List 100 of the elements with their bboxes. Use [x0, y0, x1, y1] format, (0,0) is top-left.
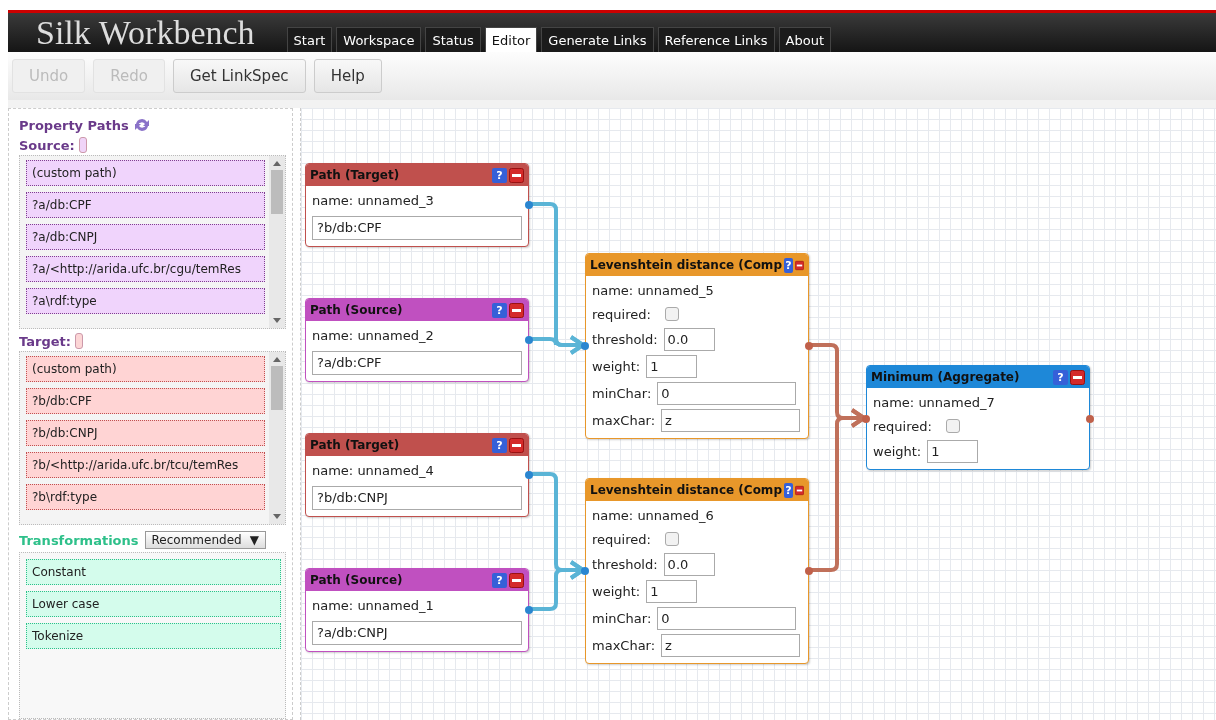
nav-tab[interactable]: Reference Links	[657, 27, 775, 52]
transformation-item[interactable]: Tokenize	[26, 623, 281, 649]
node-name: name: unnamed_6	[592, 506, 715, 525]
remove-icon[interactable]	[509, 167, 524, 183]
toolbar-button[interactable]: Get LinkSpec	[172, 59, 306, 93]
path-item[interactable]: ?a/<http://arida.ufc.br/cgu/temRes	[26, 256, 265, 282]
scrollbar[interactable]	[269, 352, 285, 524]
input-field[interactable]: z	[661, 409, 801, 432]
path-item[interactable]: ?a/db:CPF	[26, 192, 265, 218]
path-input[interactable]: ?b/db:CPF	[312, 216, 522, 240]
section-label: Transformations	[19, 532, 139, 548]
field-label: required:	[592, 531, 651, 547]
field-label: weight:	[873, 444, 922, 459]
output-port[interactable]	[525, 471, 533, 479]
required-checkbox[interactable]	[664, 532, 679, 546]
field-label: required:	[592, 306, 651, 322]
path-item[interactable]: ?b/db:CNPJ	[26, 420, 265, 446]
help-button[interactable]: ?	[783, 482, 793, 498]
path-item[interactable]: (custom path)	[26, 356, 265, 382]
remove-icon[interactable]	[509, 302, 524, 318]
node-title: Path (Source)	[310, 573, 404, 587]
help-button[interactable]: ?	[1053, 369, 1068, 385]
field-label: maxChar:	[592, 413, 656, 428]
panel-title: Property Paths	[19, 117, 129, 133]
field-label: maxChar:	[592, 638, 656, 653]
field-label: minChar:	[592, 386, 652, 401]
app-title: Silk Workbench	[35, 13, 256, 52]
input-port[interactable]	[581, 567, 589, 575]
input-port[interactable]	[581, 342, 589, 350]
refresh-icon[interactable]	[132, 117, 151, 133]
path-item[interactable]: (custom path)	[26, 160, 265, 186]
remove-icon[interactable]	[509, 437, 524, 453]
path-item[interactable]: ?a\rdf:type	[26, 288, 265, 314]
output-port[interactable]	[525, 201, 533, 209]
scroll-down-icon[interactable]	[273, 514, 281, 520]
input-field[interactable]: 0.0	[663, 328, 715, 351]
output-port[interactable]	[525, 606, 533, 614]
required-checkbox[interactable]	[664, 307, 679, 321]
nav-tab[interactable]: Editor	[484, 27, 538, 52]
nav-tab[interactable]: Workspace	[336, 27, 422, 52]
required-checkbox[interactable]	[945, 419, 960, 433]
node-title: Minimum (Aggregate)	[871, 370, 1021, 384]
node-name: name: unnamed_7	[873, 393, 996, 412]
node-name: name: unnamed_3	[312, 191, 435, 210]
scroll-down-icon[interactable]	[273, 318, 281, 324]
field-label: required:	[873, 418, 932, 434]
help-button[interactable]: ?	[492, 437, 507, 453]
field-label: minChar:	[592, 611, 652, 626]
output-port[interactable]	[805, 342, 813, 350]
list-label: Target:	[19, 333, 71, 349]
path-input[interactable]: ?b/db:CNPJ	[312, 486, 522, 510]
field-label: threshold:	[592, 557, 658, 572]
help-button[interactable]: ?	[492, 302, 507, 318]
path-item[interactable]: ?b/db:CPF	[26, 388, 265, 414]
path-input[interactable]: ?a/db:CNPJ	[312, 621, 522, 645]
transformation-item[interactable]: Constant	[26, 559, 281, 585]
scroll-thumb[interactable]	[271, 170, 283, 214]
output-port[interactable]	[805, 567, 813, 575]
input-field[interactable]: 0.0	[663, 553, 715, 576]
nav-tab[interactable]: Start	[286, 27, 333, 52]
input-field[interactable]: 1	[927, 440, 979, 463]
input-field[interactable]: 0	[657, 382, 797, 405]
scrollbar[interactable]	[269, 156, 285, 328]
path-item[interactable]: ?b\rdf:type	[26, 484, 265, 510]
path-input[interactable]: ?a/db:CPF	[312, 351, 522, 375]
node-name: name: unnamed_2	[312, 326, 435, 345]
help-button[interactable]: ?	[492, 572, 507, 588]
scroll-up-icon[interactable]	[273, 356, 281, 362]
toolbar-button[interactable]: Help	[313, 59, 382, 93]
input-field[interactable]: 1	[646, 580, 698, 603]
path-item[interactable]: ?b/<http://arida.ufc.br/tcu/temRes	[26, 452, 265, 478]
path-field[interactable]	[78, 137, 87, 153]
nav-tab[interactable]: Status	[425, 27, 481, 52]
field-label: threshold:	[592, 332, 658, 347]
transformation-item[interactable]: Lower case	[26, 591, 281, 617]
help-button[interactable]: ?	[492, 167, 507, 183]
input-port[interactable]	[862, 415, 870, 423]
help-button[interactable]: ?	[783, 257, 793, 273]
node-title: Path (Source)	[310, 303, 404, 317]
node-name: name: unnamed_5	[592, 281, 715, 300]
remove-icon[interactable]	[1070, 369, 1085, 385]
list-label: Source:	[19, 137, 75, 153]
input-field[interactable]: 1	[646, 355, 698, 378]
output-port[interactable]	[525, 336, 533, 344]
filter-dropdown[interactable]: Recommended ▼	[144, 531, 266, 549]
output-port[interactable]	[1086, 415, 1094, 423]
node-title: Levenshtein distance (Comp	[590, 483, 782, 497]
nav-tab[interactable]: Generate Links	[541, 27, 654, 52]
node-title: Path (Target)	[310, 438, 401, 452]
path-field[interactable]	[74, 333, 83, 349]
path-item[interactable]: ?a/db:CNPJ	[26, 224, 265, 250]
scroll-thumb[interactable]	[271, 366, 283, 410]
input-field[interactable]: z	[661, 634, 801, 657]
nav-tab[interactable]: About	[778, 27, 831, 52]
remove-icon[interactable]	[509, 572, 524, 588]
scroll-up-icon[interactable]	[273, 160, 281, 166]
node-name: name: unnamed_1	[312, 596, 435, 615]
field-label: weight:	[592, 359, 641, 374]
node-name: name: unnamed_4	[312, 461, 435, 480]
input-field[interactable]: 0	[657, 607, 797, 630]
